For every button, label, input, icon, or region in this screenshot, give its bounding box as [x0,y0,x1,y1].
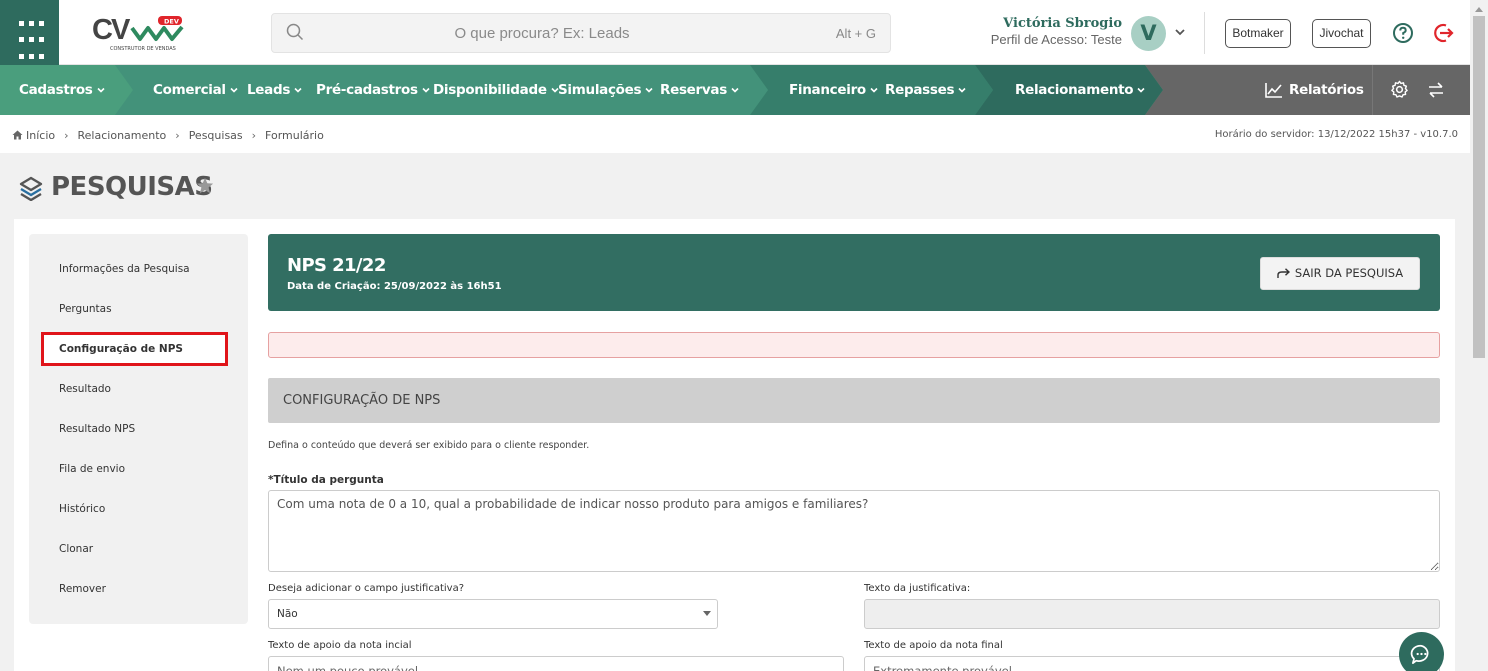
sidebar-item-perguntas[interactable]: Perguntas [59,294,239,324]
user-profile: Perfil de Acesso: Teste [990,32,1122,47]
nav-disponibilidade[interactable]: Disponibilidade [433,65,560,115]
chevron-right-icon: › [64,129,69,142]
cv-logo[interactable]: CV DEV CONSTRUTOR DE VENDAS [88,12,188,56]
breadcrumb: Início › Relacionamento › Pesquisas › Formulár… [12,129,324,142]
breadcrumb-pesquisas[interactable]: Pesquisas [189,129,243,142]
search-input[interactable] [312,14,772,52]
nav-leads[interactable]: Leads [247,65,303,115]
reports-button[interactable]: Relatórios [1265,65,1364,115]
chart-line-icon [1265,83,1282,98]
justification-text-label: Texto da justificativa: [864,583,971,594]
breadcrumb-formulario: Formulário [265,129,324,142]
question-label: *Título da pergunta [268,474,384,486]
scrollbar-thumb[interactable] [1473,16,1485,358]
svg-text:CONSTRUTOR DE VENDAS: CONSTRUTOR DE VENDAS [110,46,176,52]
user-name: Victória Sbrogio [1003,16,1122,31]
nav-financeiro[interactable]: Financeiro [789,65,879,115]
logout-icon[interactable] [1433,22,1455,44]
start-text-label: Texto de apoio da nota incial [268,640,412,651]
nav-cadastros[interactable]: Cadastros [19,65,106,115]
caret-down-icon [703,611,711,616]
breadcrumb-relacionamento[interactable]: Relacionamento [78,129,167,142]
survey-created: Data de Criação: 25/09/2022 às 16h51 [287,281,502,292]
server-time: Horário do servidor: 13/12/2022 15h37 - … [1214,129,1458,140]
justification-text-input [864,599,1440,629]
start-text-input[interactable]: Nem um pouco provável [268,656,844,671]
end-text-input[interactable]: Extremamente provável [864,656,1440,671]
survey-sidebar: Informações da Pesquisa Perguntas Config… [29,234,248,624]
app-window: CV DEV CONSTRUTOR DE VENDAS Alt + G Vict… [0,0,1488,671]
star-icon[interactable] [196,177,214,195]
nav-simulacoes[interactable]: Simulações [558,65,654,115]
apps-grid-icon[interactable] [0,0,59,65]
avatar[interactable]: V [1131,16,1166,51]
user-info[interactable]: Victória Sbrogio Perfil de Acesso: Teste [960,16,1122,47]
question-textarea[interactable]: Com uma nota de 0 a 10, qual a probabili… [268,490,1440,572]
justification-label: Deseja adicionar o campo justificativa? [268,583,465,594]
sidebar-item-configuracao-nps[interactable]: Configuração de NPS [41,332,228,366]
search-hotkey: Alt + G [835,26,876,41]
share-arrow-icon [1277,268,1290,278]
help-icon[interactable] [1392,22,1414,44]
nav-repasses[interactable]: Repasses [885,65,967,115]
sidebar-item-clonar[interactable]: Clonar [59,534,239,564]
breadcrumb-bar: Início › Relacionamento › Pesquisas › Formulár… [0,115,1470,153]
swap-arrows-icon[interactable] [1428,81,1444,99]
breadcrumb-inicio[interactable]: Início [26,129,55,142]
sidebar-item-resultado-nps[interactable]: Resultado NPS [59,414,239,444]
divider [1204,12,1205,54]
chat-button[interactable] [1399,632,1444,671]
end-text-label: Texto de apoio da nota final [864,640,1003,651]
page-title: PESQUISAS [51,172,213,202]
svg-text:CV: CV [92,14,131,46]
nav-reservas[interactable]: Reservas [660,65,740,115]
jivochat-button[interactable]: Jivochat [1312,19,1371,48]
scroll-up-arrow-icon[interactable] [1475,7,1483,12]
chevron-down-icon[interactable] [1174,26,1186,38]
justification-select[interactable]: Não [268,599,718,629]
error-alert [268,332,1440,358]
botmaker-button[interactable]: Botmaker [1225,19,1291,48]
chevron-right-icon: › [251,129,257,142]
gear-icon[interactable] [1390,80,1409,99]
svg-text:DEV: DEV [164,18,179,26]
survey-header: NPS 21/22 Data de Criação: 25/09/2022 às… [268,234,1440,311]
stack-icon [19,176,43,201]
sidebar-item-remover[interactable]: Remover [59,574,239,604]
sidebar-item-fila-envio[interactable]: Fila de envio [59,454,239,484]
exit-survey-button[interactable]: SAIR DA PESQUISA [1260,257,1420,290]
main-nav: Cadastros Comercial Leads Pré-cadastros … [0,65,1470,115]
sidebar-item-historico[interactable]: Histórico [59,494,239,524]
section-header: CONFIGURAÇÃO DE NPS [268,378,1440,423]
chevron-right-icon: › [175,129,180,142]
home-icon [12,130,23,140]
sidebar-item-resultado[interactable]: Resultado [59,374,239,404]
nav-pre-cadastros[interactable]: Pré-cadastros [316,65,431,115]
search-icon [286,23,304,41]
global-search: Alt + G [271,13,891,53]
section-title: CONFIGURAÇÃO DE NPS [283,393,441,408]
chat-bubble-icon [1410,644,1429,664]
top-bar: CV DEV CONSTRUTOR DE VENDAS Alt + G Vict… [0,0,1470,65]
section-hint: Defina o conteúdo que deverá ser exibido… [268,440,590,451]
page-scrollbar[interactable] [1470,0,1488,671]
sidebar-item-informacoes[interactable]: Informações da Pesquisa [59,254,239,284]
nav-relacionamento[interactable]: Relacionamento [1015,65,1146,115]
nav-comercial[interactable]: Comercial [153,65,239,115]
survey-title: NPS 21/22 [287,255,386,276]
divider [1372,65,1373,115]
